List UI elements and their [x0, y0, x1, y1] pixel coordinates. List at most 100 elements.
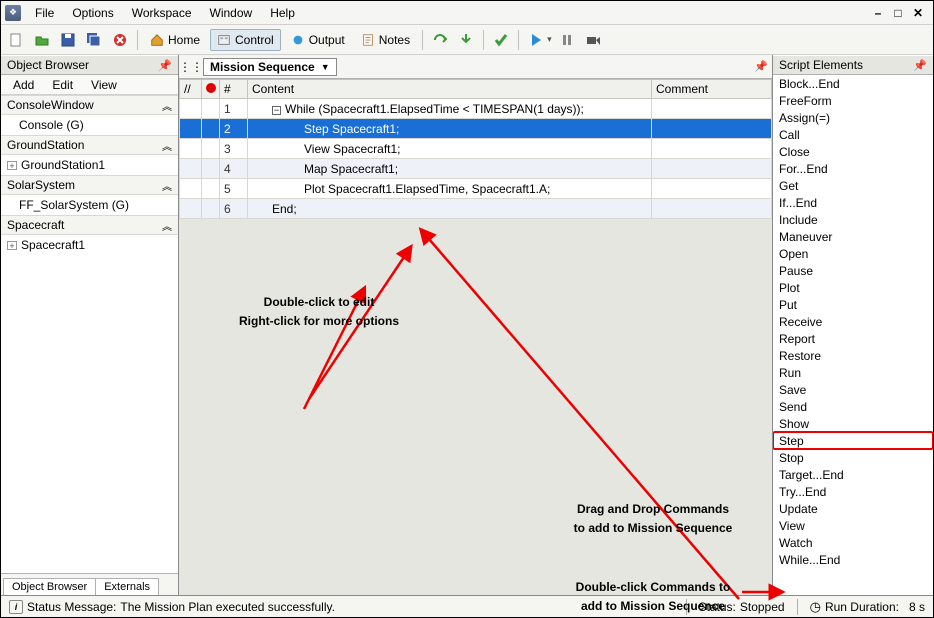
mission-sequence-tab[interactable]: Mission Sequence ▼: [203, 58, 337, 76]
cell-content[interactable]: Step Spacecraft1;: [248, 119, 652, 139]
expand-icon[interactable]: +: [7, 161, 17, 170]
cell-breakpoint[interactable]: [202, 99, 220, 119]
cell-comment[interactable]: [652, 119, 772, 139]
script-element-for-end[interactable]: For...End: [773, 160, 933, 177]
add-button[interactable]: Add: [5, 77, 42, 93]
pin-icon[interactable]: 📌: [754, 60, 768, 73]
cell-comment[interactable]: [652, 179, 772, 199]
cell-comment-toggle[interactable]: [180, 139, 202, 159]
script-element-include[interactable]: Include: [773, 211, 933, 228]
cell-comment[interactable]: [652, 159, 772, 179]
record-button[interactable]: [582, 29, 604, 51]
script-element-pause[interactable]: Pause: [773, 262, 933, 279]
category-solarsystem[interactable]: SolarSystem︽: [1, 175, 178, 195]
open-button[interactable]: [31, 29, 53, 51]
tree-item-spacecraft1[interactable]: +Spacecraft1: [1, 235, 178, 255]
panel-grip-icon[interactable]: ⋮⋮: [183, 59, 199, 75]
home-tab[interactable]: Home: [144, 29, 206, 51]
cell-content[interactable]: Map Spacecraft1;: [248, 159, 652, 179]
col-breakpoint[interactable]: [202, 80, 220, 99]
check-button[interactable]: [490, 29, 512, 51]
cell-comment[interactable]: [652, 139, 772, 159]
cell-breakpoint[interactable]: [202, 119, 220, 139]
script-element-step[interactable]: Step: [773, 432, 933, 449]
tab-externals[interactable]: Externals: [95, 578, 159, 595]
step-over-button[interactable]: [429, 29, 451, 51]
script-element-target-end[interactable]: Target...End: [773, 466, 933, 483]
col-line-number[interactable]: #: [220, 80, 248, 99]
tree-item-console[interactable]: Console (G): [1, 115, 178, 135]
script-element-update[interactable]: Update: [773, 500, 933, 517]
object-tree[interactable]: ConsoleWindow︽ Console (G) GroundStation…: [1, 95, 178, 573]
pin-icon[interactable]: 📌: [913, 59, 927, 72]
save-button[interactable]: [57, 29, 79, 51]
script-element-watch[interactable]: Watch: [773, 534, 933, 551]
script-element-send[interactable]: Send: [773, 398, 933, 415]
script-element-stop[interactable]: Stop: [773, 449, 933, 466]
tab-object-browser[interactable]: Object Browser: [3, 578, 96, 595]
script-element-put[interactable]: Put: [773, 296, 933, 313]
save-all-button[interactable]: [83, 29, 105, 51]
close-button[interactable]: ✕: [911, 6, 925, 20]
delete-button[interactable]: [109, 29, 131, 51]
table-row[interactable]: 2Step Spacecraft1;: [180, 119, 772, 139]
run-dropdown-icon[interactable]: ▾: [547, 34, 552, 45]
menu-help[interactable]: Help: [262, 4, 303, 22]
category-spacecraft[interactable]: Spacecraft︽: [1, 215, 178, 235]
script-element-view[interactable]: View: [773, 517, 933, 534]
cell-content[interactable]: −While (Spacecraft1.ElapsedTime < TIMESP…: [248, 99, 652, 119]
script-element-if-end[interactable]: If...End: [773, 194, 933, 211]
cell-breakpoint[interactable]: [202, 159, 220, 179]
script-element-try-end[interactable]: Try...End: [773, 483, 933, 500]
col-content[interactable]: Content: [248, 80, 652, 99]
script-element-maneuver[interactable]: Maneuver: [773, 228, 933, 245]
cell-content[interactable]: Plot Spacecraft1.ElapsedTime, Spacecraft…: [248, 179, 652, 199]
tree-item-groundstation1[interactable]: +GroundStation1: [1, 155, 178, 175]
script-element-receive[interactable]: Receive: [773, 313, 933, 330]
script-element-report[interactable]: Report: [773, 330, 933, 347]
script-element-open[interactable]: Open: [773, 245, 933, 262]
control-tab[interactable]: Control: [210, 29, 281, 51]
table-row[interactable]: 6End;: [180, 199, 772, 219]
menu-workspace[interactable]: Workspace: [124, 4, 200, 22]
edit-button[interactable]: Edit: [44, 77, 81, 93]
menu-options[interactable]: Options: [64, 4, 121, 22]
pin-icon[interactable]: 📌: [158, 59, 172, 72]
expand-icon[interactable]: +: [7, 241, 17, 250]
cell-breakpoint[interactable]: [202, 179, 220, 199]
cell-comment[interactable]: [652, 199, 772, 219]
cell-content[interactable]: View Spacecraft1;: [248, 139, 652, 159]
category-consolewindow[interactable]: ConsoleWindow︽: [1, 95, 178, 115]
cell-breakpoint[interactable]: [202, 199, 220, 219]
cell-comment-toggle[interactable]: [180, 199, 202, 219]
dropdown-icon[interactable]: ▼: [321, 62, 330, 72]
maximize-button[interactable]: □: [891, 6, 905, 20]
menu-file[interactable]: File: [27, 4, 62, 22]
cell-comment-toggle[interactable]: [180, 179, 202, 199]
tree-item-solarsystem[interactable]: FF_SolarSystem (G): [1, 195, 178, 215]
table-row[interactable]: 3View Spacecraft1;: [180, 139, 772, 159]
menu-window[interactable]: Window: [202, 4, 261, 22]
pause-button[interactable]: [556, 29, 578, 51]
script-element-block-end[interactable]: Block...End: [773, 75, 933, 92]
cell-breakpoint[interactable]: [202, 139, 220, 159]
script-element-run[interactable]: Run: [773, 364, 933, 381]
view-button[interactable]: View: [83, 77, 125, 93]
sequence-table[interactable]: // # Content Comment 1−While (Spacecraft…: [179, 79, 772, 219]
script-element-restore[interactable]: Restore: [773, 347, 933, 364]
col-comment[interactable]: Comment: [652, 80, 772, 99]
notes-tab[interactable]: Notes: [355, 29, 416, 51]
collapse-icon[interactable]: −: [272, 106, 281, 115]
script-element-get[interactable]: Get: [773, 177, 933, 194]
cell-comment[interactable]: [652, 99, 772, 119]
script-element-close[interactable]: Close: [773, 143, 933, 160]
script-element-save[interactable]: Save: [773, 381, 933, 398]
cell-comment-toggle[interactable]: [180, 159, 202, 179]
cell-content[interactable]: End;: [248, 199, 652, 219]
table-row[interactable]: 4Map Spacecraft1;: [180, 159, 772, 179]
output-tab[interactable]: Output: [285, 29, 351, 51]
script-element-assign-[interactable]: Assign(=): [773, 109, 933, 126]
category-groundstation[interactable]: GroundStation︽: [1, 135, 178, 155]
script-element-freeform[interactable]: FreeForm: [773, 92, 933, 109]
new-button[interactable]: [5, 29, 27, 51]
